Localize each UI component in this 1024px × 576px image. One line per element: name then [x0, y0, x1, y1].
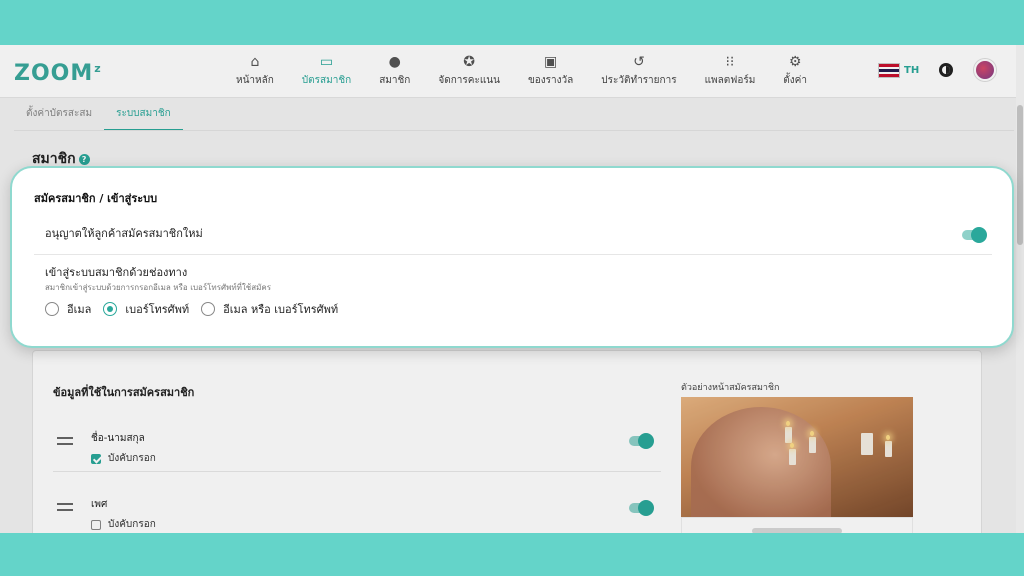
card-divider — [34, 254, 992, 255]
radio-label: อีเมล — [67, 303, 92, 316]
radio-email-or-phone[interactable]: อีเมล หรือ เบอร์โทรศัพท์ — [201, 300, 338, 318]
radio-circle-icon[interactable] — [201, 302, 216, 316]
radio-selected-icon[interactable] — [103, 302, 118, 316]
radio-circle-icon[interactable] — [45, 302, 59, 316]
frame-top — [0, 0, 1024, 45]
allow-signup-toggle[interactable] — [962, 227, 987, 243]
radio-email[interactable]: อีเมล — [45, 300, 91, 318]
scrollbar-thumb[interactable] — [1017, 105, 1023, 245]
scrollbar[interactable] — [1016, 45, 1024, 533]
login-channel-radios: อีเมล เบอร์โทรศัพท์ อีเมล หรือ เบอร์โทรศ… — [45, 300, 350, 318]
radio-label: เบอร์โทรศัพท์ — [125, 303, 190, 316]
signup-login-card: สมัครสมาชิก / เข้าสู่ระบบ อนุญาตให้ลูกค้… — [10, 166, 1014, 348]
radio-phone[interactable]: เบอร์โทรศัพท์ — [103, 300, 189, 318]
login-channel-desc: สมาชิกเข้าสู่ระบบด้วยการกรอกอีเมล หรือ เ… — [45, 283, 272, 292]
frame-bottom — [0, 533, 1024, 576]
radio-label: อีเมล หรือ เบอร์โทรศัพท์ — [223, 303, 339, 316]
login-channel-label: เข้าสู่ระบบสมาชิกด้วยช่องทาง — [45, 266, 188, 279]
allow-signup-label: อนุญาตให้ลูกค้าสมัครสมาชิกใหม่ — [45, 227, 203, 240]
card-title: สมัครสมาชิก / เข้าสู่ระบบ — [34, 192, 158, 205]
